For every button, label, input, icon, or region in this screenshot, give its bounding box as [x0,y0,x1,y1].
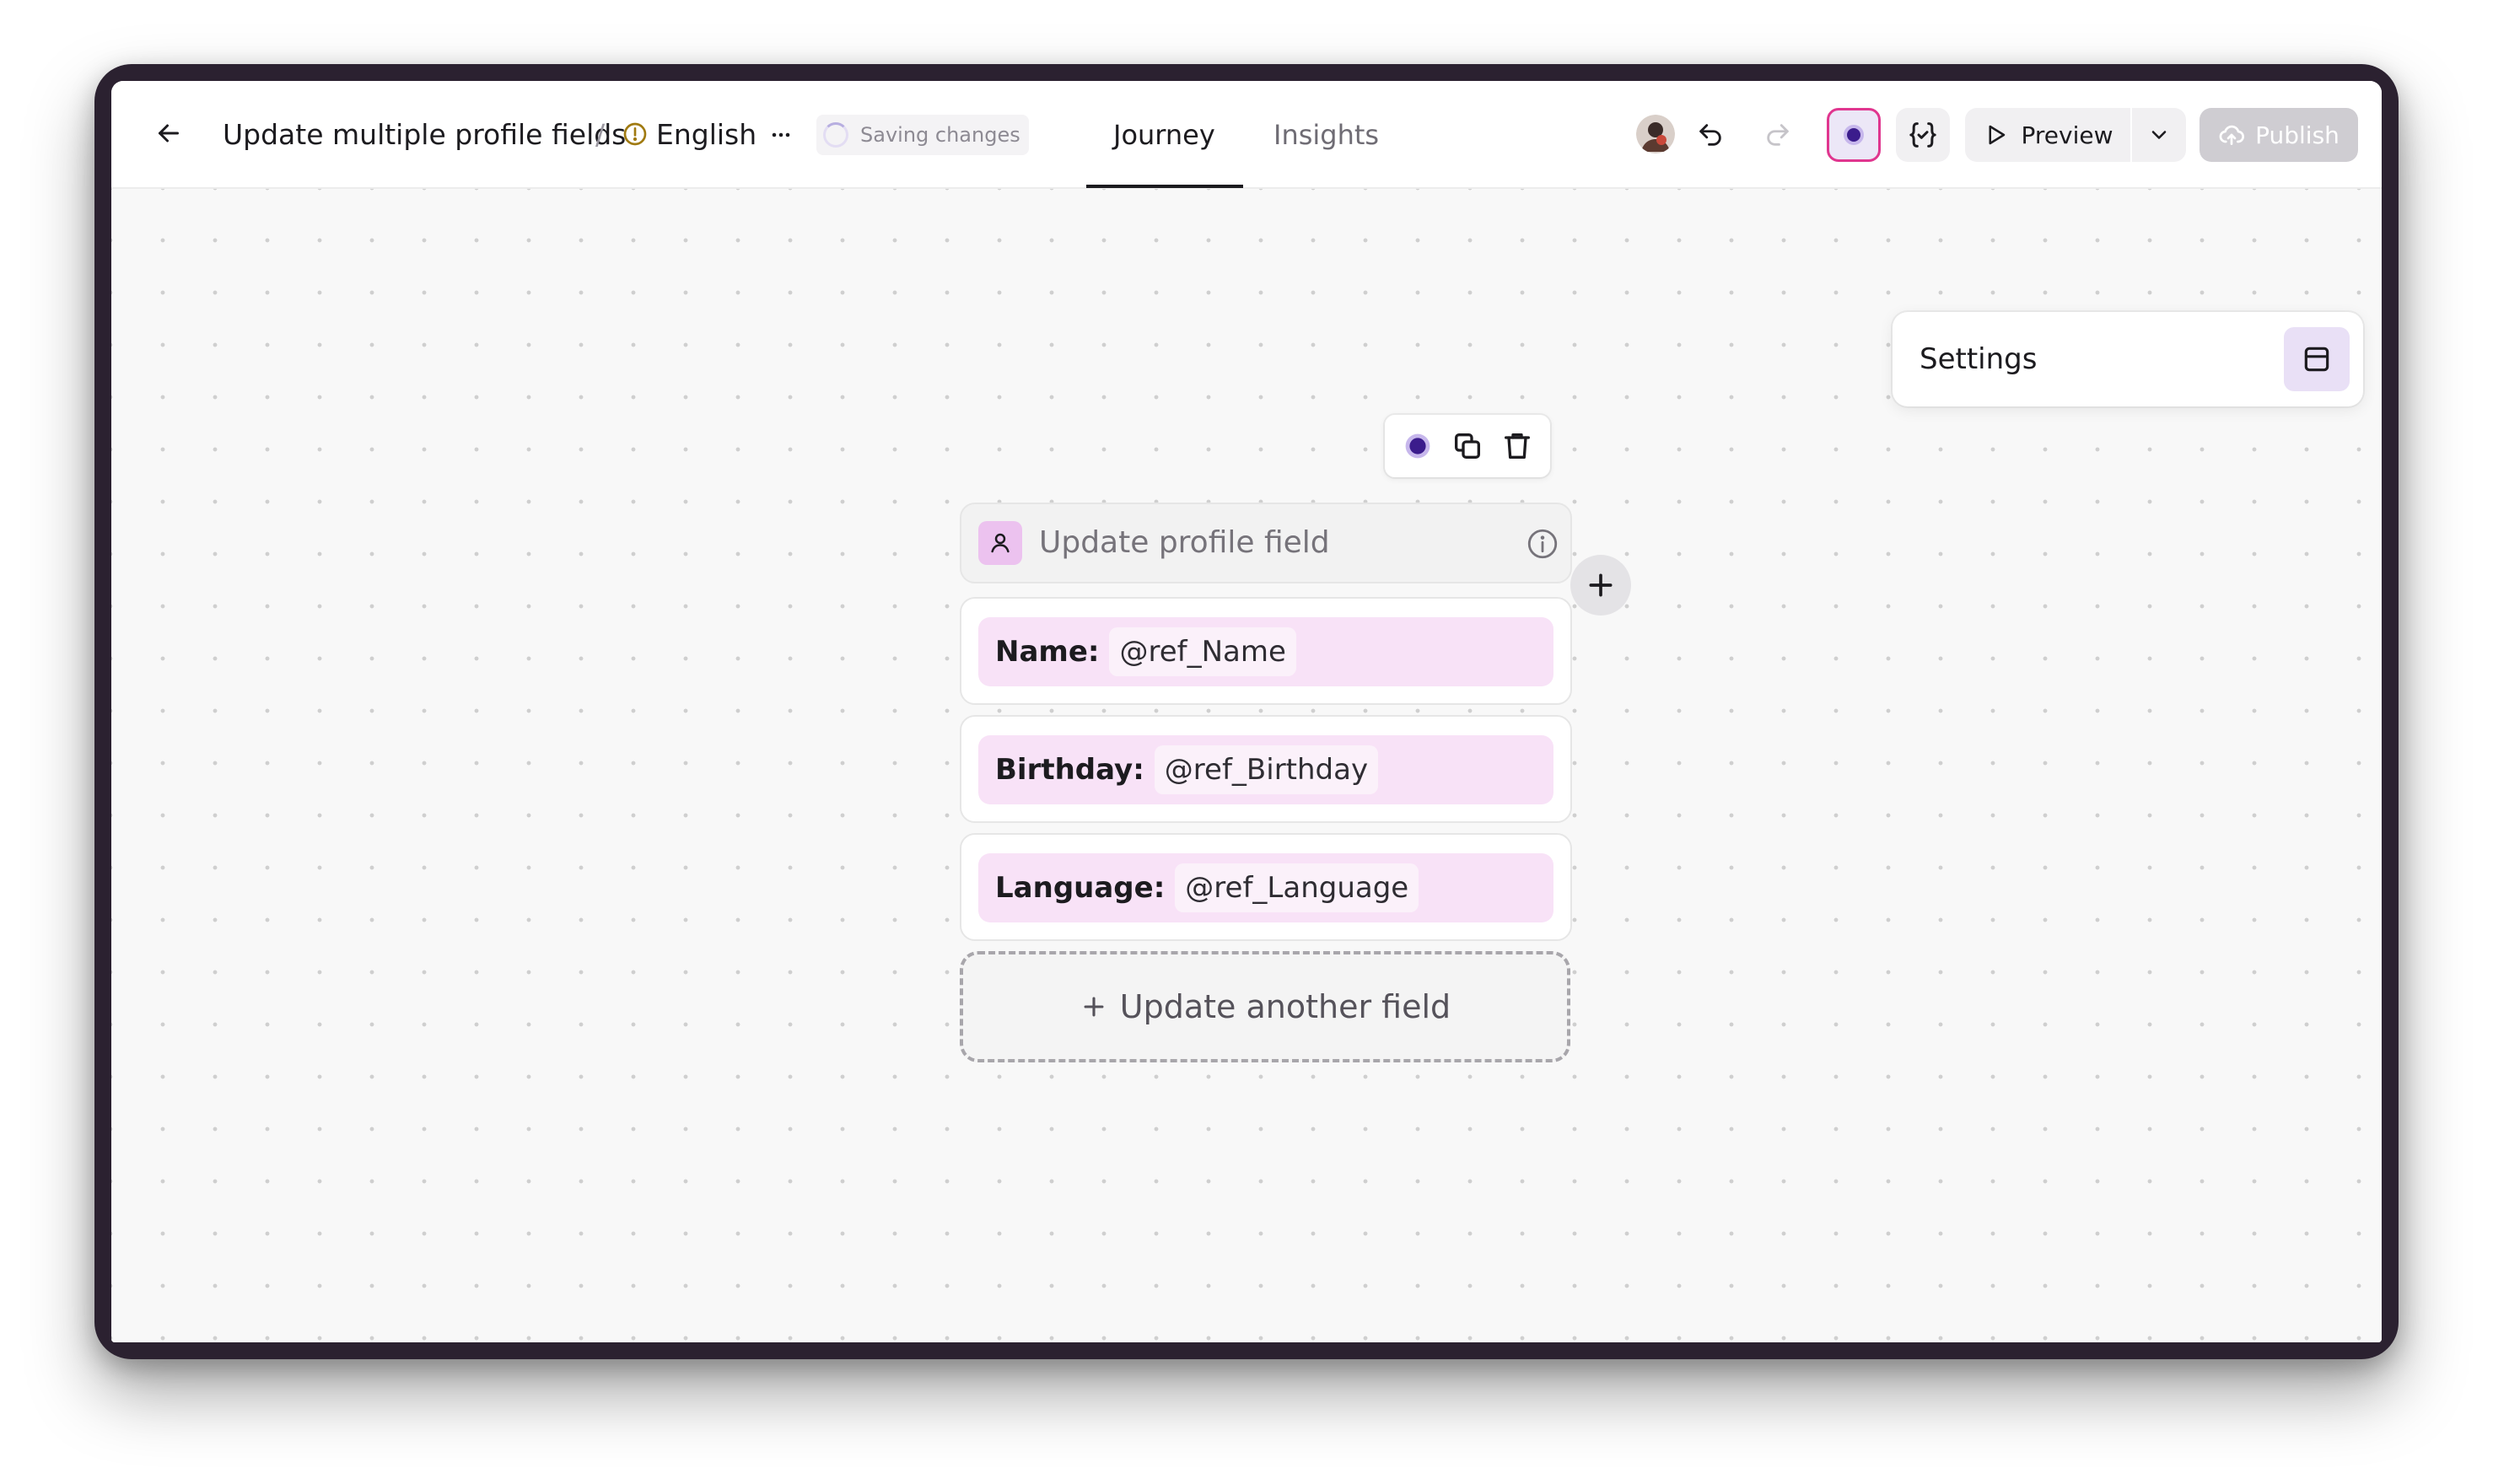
journey-title[interactable]: Update multiple profile fields [223,115,626,155]
node-header[interactable]: Update profile field [960,503,1572,583]
undo-icon[interactable] [1690,115,1731,155]
preview-button[interactable]: Preview [1965,108,2130,162]
redo-icon[interactable] [1758,115,1798,155]
journey-canvas[interactable]: Settings Update profile field Name: @ref… [111,189,2382,1342]
braces-icon[interactable] [1896,108,1950,162]
publish-label: Publish [2255,121,2340,149]
tab-journey[interactable]: Journey [1113,115,1215,155]
update-another-field-label: Update another field [1119,988,1451,1025]
tab-insights[interactable]: Insights [1273,115,1379,155]
node-title: Update profile field [1039,525,1330,560]
node-color-button[interactable] [1397,425,1439,467]
plus-icon [1084,997,1104,1017]
field-card-language[interactable]: Language: @ref_Language [960,833,1572,941]
node-toolbar [1385,415,1550,477]
saving-status: Saving changes [816,115,1029,155]
play-icon [1989,125,2005,145]
field-label: Language: [995,871,1166,905]
ellipsis-icon[interactable] [762,116,800,153]
chevron-down-icon[interactable] [2132,108,2186,162]
add-step-button[interactable] [1570,555,1631,616]
field-row[interactable]: Name: @ref_Name [978,617,1553,686]
plus-icon [1589,573,1613,597]
spinner-icon [823,122,848,148]
variable-chip[interactable]: @ref_Birthday [1154,745,1379,794]
info-icon[interactable] [1525,526,1560,562]
breadcrumb-separator: / [595,118,606,151]
trash-icon[interactable] [1496,425,1538,467]
field-label: Name: [995,635,1100,669]
user-icon [978,521,1022,565]
settings-panel[interactable]: Settings [1893,312,2363,406]
copy-icon[interactable] [1446,425,1489,467]
back-arrow-icon[interactable] [150,115,187,152]
language-selector[interactable]: English [656,115,757,155]
top-bar: Update multiple profile fields / English… [111,81,2382,189]
field-card-birthday[interactable]: Birthday: @ref_Birthday [960,715,1572,823]
device-frame: Update multiple profile fields / English… [94,64,2399,1359]
field-card-name[interactable]: Name: @ref_Name [960,597,1572,705]
settings-label: Settings [1920,342,2038,376]
app-screen: Update multiple profile fields / English… [111,81,2382,1342]
field-row[interactable]: Language: @ref_Language [978,853,1553,922]
variable-chip[interactable]: @ref_Name [1109,627,1296,676]
preview-button-group: Preview [1965,108,2186,162]
update-another-field-button[interactable]: Update another field [960,951,1570,1062]
avatar[interactable] [1636,115,1675,153]
field-label: Birthday: [995,753,1144,787]
warning-circle-icon [621,120,649,148]
active-tab-indicator [1086,185,1243,188]
preview-label: Preview [2021,121,2113,149]
cloud-upload-icon [2219,125,2245,145]
variable-chip[interactable]: @ref_Language [1175,863,1419,912]
field-row[interactable]: Birthday: @ref_Birthday [978,735,1553,804]
saving-status-text: Saving changes [860,123,1020,147]
panel-icon[interactable] [2284,327,2350,391]
theme-color-button[interactable] [1827,108,1881,162]
publish-button[interactable]: Publish [2200,108,2358,162]
